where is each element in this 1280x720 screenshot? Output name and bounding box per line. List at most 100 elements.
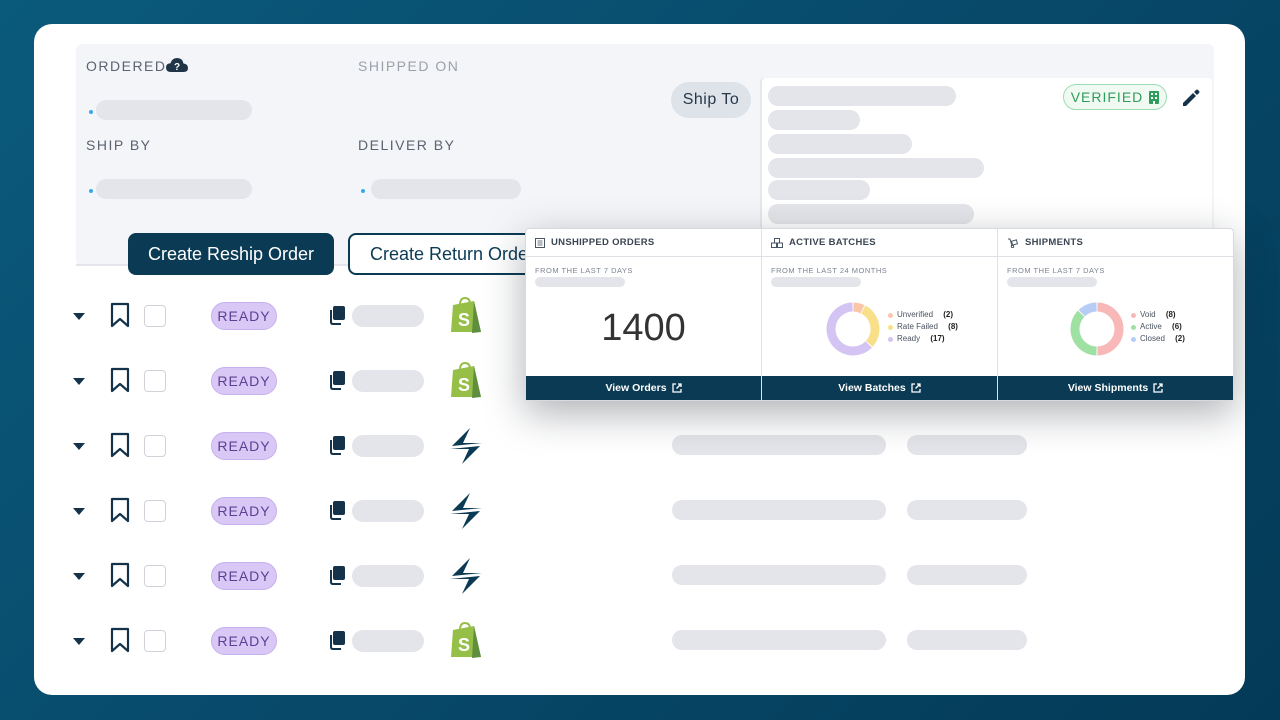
row-checkbox[interactable] bbox=[144, 630, 166, 652]
table-row[interactable]: READY bbox=[34, 491, 1245, 531]
copy-icon[interactable] bbox=[328, 305, 346, 325]
row-checkbox[interactable] bbox=[144, 435, 166, 457]
legend-item: Active (6) bbox=[1131, 321, 1185, 333]
legend-count: (2) bbox=[943, 310, 954, 319]
unshipped-subtitle: FROM THE LAST 7 DAYS bbox=[535, 266, 633, 275]
view-orders-button[interactable]: View Orders bbox=[526, 376, 761, 400]
ship-by-value-placeholder bbox=[96, 179, 252, 199]
svg-text:?: ? bbox=[174, 62, 180, 73]
bookmark-icon[interactable] bbox=[110, 627, 130, 653]
list-icon bbox=[535, 237, 545, 248]
table-row[interactable]: READY bbox=[34, 556, 1245, 596]
chevron-down-icon[interactable] bbox=[72, 571, 86, 581]
row-checkbox[interactable] bbox=[144, 500, 166, 522]
legend-item: Closed (2) bbox=[1131, 333, 1185, 345]
external-link-icon bbox=[1153, 383, 1163, 393]
batches-slice-rate-failed bbox=[860, 305, 880, 347]
batches-subtitle: FROM THE LAST 24 MONTHS bbox=[771, 266, 888, 275]
legend-item: Void (8) bbox=[1131, 309, 1185, 321]
row-checkbox[interactable] bbox=[144, 565, 166, 587]
shipments-legend: Void (8) Active (6) Closed (2) bbox=[1131, 309, 1185, 345]
legend-label: Void bbox=[1140, 310, 1156, 319]
address-line-placeholder bbox=[768, 204, 974, 224]
order-number-placeholder bbox=[352, 630, 424, 652]
address-line-placeholder bbox=[768, 86, 956, 106]
address-line-placeholder bbox=[768, 158, 984, 178]
order-number-placeholder bbox=[352, 305, 424, 327]
deliver-by-label: DELIVER BY bbox=[358, 137, 456, 153]
bookmark-icon[interactable] bbox=[110, 432, 130, 458]
shipments-donut-chart bbox=[1070, 302, 1124, 356]
chevron-down-icon[interactable] bbox=[72, 636, 86, 646]
status-badge: READY bbox=[211, 432, 277, 460]
chevron-down-icon[interactable] bbox=[72, 506, 86, 516]
table-row[interactable]: READY S bbox=[34, 621, 1245, 661]
legend-count: (17) bbox=[930, 334, 945, 343]
active-batches-panel: ACTIVE BATCHES FROM THE LAST 24 MONTHS U… bbox=[762, 229, 998, 400]
shipstation-icon bbox=[448, 491, 484, 531]
chevron-down-icon[interactable] bbox=[72, 441, 86, 451]
copy-icon[interactable] bbox=[328, 435, 346, 455]
order-number-placeholder bbox=[352, 500, 424, 522]
shipstation-icon bbox=[448, 426, 484, 466]
legend-item: Rate Failed (8) bbox=[888, 321, 958, 333]
order-number-placeholder bbox=[352, 565, 424, 587]
building-icon bbox=[1149, 90, 1160, 104]
legend-swatch bbox=[1131, 336, 1136, 342]
chevron-down-icon[interactable] bbox=[72, 311, 86, 321]
batches-donut-chart bbox=[826, 302, 880, 356]
shopify-icon: S bbox=[448, 296, 484, 336]
legend-count: (8) bbox=[948, 322, 958, 331]
deliver-by-value-placeholder bbox=[371, 179, 521, 199]
bookmark-icon[interactable] bbox=[110, 562, 130, 588]
view-orders-label: View Orders bbox=[605, 382, 667, 394]
ship-to-label: Ship To bbox=[671, 82, 751, 118]
external-link-icon bbox=[911, 383, 921, 393]
row-field-placeholder bbox=[672, 500, 886, 520]
status-badge: READY bbox=[211, 302, 277, 330]
legend-count: (6) bbox=[1172, 322, 1182, 331]
svg-text:S: S bbox=[458, 635, 470, 655]
batches-legend: Unverified (2) Rate Failed (8) Ready (17) bbox=[888, 309, 958, 345]
ordered-value-placeholder bbox=[96, 100, 252, 120]
legend-label: Rate Failed bbox=[897, 322, 938, 331]
shipped-on-label: SHIPPED ON bbox=[358, 58, 460, 74]
svg-text:S: S bbox=[458, 310, 470, 330]
verified-badge: VERIFIED bbox=[1063, 84, 1167, 110]
order-number-placeholder bbox=[352, 435, 424, 457]
table-row[interactable]: READY bbox=[34, 426, 1245, 466]
view-batches-button[interactable]: View Batches bbox=[762, 376, 997, 400]
verified-label: VERIFIED bbox=[1070, 89, 1144, 105]
legend-count: (2) bbox=[1175, 334, 1185, 343]
copy-icon[interactable] bbox=[328, 500, 346, 520]
edit-pencil-icon[interactable] bbox=[1181, 88, 1201, 108]
status-badge: READY bbox=[211, 367, 277, 395]
row-field-placeholder bbox=[672, 630, 886, 650]
legend-swatch bbox=[1131, 312, 1136, 318]
cloud-help-icon[interactable]: ? bbox=[166, 57, 188, 73]
view-shipments-button[interactable]: View Shipments bbox=[998, 376, 1233, 400]
chevron-down-icon[interactable] bbox=[72, 376, 86, 386]
order-number-placeholder bbox=[352, 370, 424, 392]
row-checkbox[interactable] bbox=[144, 370, 166, 392]
shopify-icon: S bbox=[448, 621, 484, 661]
status-badge: READY bbox=[211, 497, 277, 525]
external-link-icon bbox=[671, 383, 682, 393]
copy-icon[interactable] bbox=[328, 630, 346, 650]
copy-icon[interactable] bbox=[328, 565, 346, 585]
address-line-placeholder bbox=[768, 110, 860, 130]
legend-label: Active bbox=[1140, 322, 1162, 331]
row-checkbox[interactable] bbox=[144, 305, 166, 327]
bookmark-icon[interactable] bbox=[110, 497, 130, 523]
bookmark-icon[interactable] bbox=[110, 367, 130, 393]
legend-label: Unverified bbox=[897, 310, 934, 319]
status-badge: READY bbox=[211, 562, 277, 590]
copy-icon[interactable] bbox=[328, 370, 346, 390]
legend-label: Ready bbox=[897, 334, 921, 343]
create-reship-order-button[interactable]: Create Reship Order bbox=[128, 233, 334, 275]
address-line-placeholder bbox=[768, 180, 870, 200]
legend-swatch bbox=[888, 336, 893, 342]
address-line-placeholder bbox=[768, 134, 912, 154]
bookmark-icon[interactable] bbox=[110, 302, 130, 328]
row-field-placeholder bbox=[672, 435, 886, 455]
